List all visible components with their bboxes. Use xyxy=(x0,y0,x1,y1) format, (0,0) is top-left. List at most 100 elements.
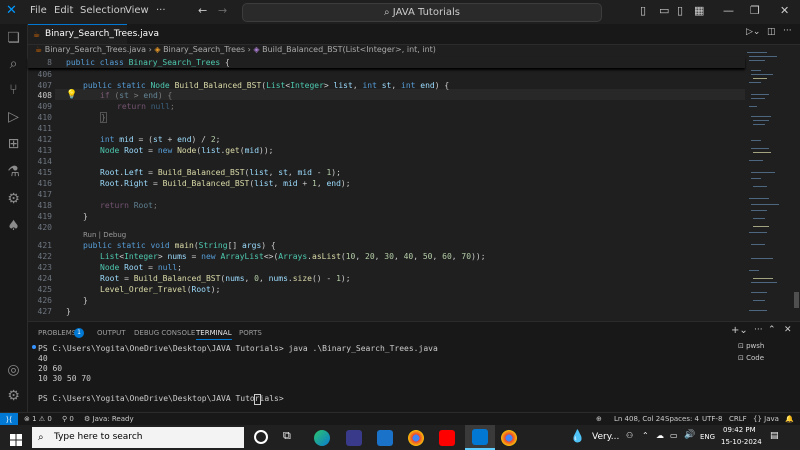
close-icon[interactable]: ✕ xyxy=(780,4,789,17)
terminal-prompt[interactable]: PS C:\Users\Yogita\OneDrive\Desktop\JAVA… xyxy=(38,394,288,403)
minimap[interactable] xyxy=(745,48,795,318)
close-panel-icon[interactable]: ✕ xyxy=(784,325,792,335)
terminal-item-code[interactable]: ⊡ Code xyxy=(738,354,800,366)
account-icon[interactable]: ◎ xyxy=(5,362,22,379)
breadcrumb-class[interactable]: Binary_Search_Trees xyxy=(163,45,245,54)
remote-explorer-icon[interactable]: ⚙ xyxy=(5,191,22,208)
editor-scrollbar-thumb[interactable] xyxy=(794,292,799,308)
tab-debug-console[interactable]: DEBUG CONSOLE xyxy=(134,329,195,337)
split-editor-icon[interactable]: ◫ xyxy=(767,27,776,37)
status-encoding[interactable]: UTF-8 xyxy=(702,415,722,423)
menu-more[interactable]: ··· xyxy=(156,5,166,16)
search-icon[interactable]: ⌕ xyxy=(5,56,22,73)
line-number: 419 xyxy=(37,212,52,221)
codelens-run-debug[interactable]: Run | Debug xyxy=(83,231,126,239)
java-status-icon: ⚙ xyxy=(84,415,93,423)
more-actions-icon[interactable]: ··· xyxy=(783,26,792,36)
back-arrow-icon[interactable]: ← xyxy=(198,4,207,17)
menu-view[interactable]: View xyxy=(125,5,149,16)
tab-terminal[interactable]: TERMINAL xyxy=(196,329,232,340)
title-bar: ✕ File Edit Selection View ··· ← → ⌕ JAV… xyxy=(0,0,800,25)
windows-start-icon[interactable] xyxy=(10,431,22,446)
command-center-label: JAVA Tutorials xyxy=(392,7,460,18)
mail-icon[interactable] xyxy=(377,430,393,446)
weather-label[interactable]: Very... xyxy=(592,432,619,442)
edge-icon[interactable] xyxy=(314,430,330,446)
status-spaces[interactable]: Spaces: 4 xyxy=(665,415,699,423)
people-icon[interactable]: ⚇ xyxy=(626,431,633,440)
notification-center-icon[interactable]: ▤ xyxy=(770,431,779,441)
code-line: } xyxy=(83,212,88,221)
status-language[interactable]: {} Java xyxy=(753,415,779,423)
cortana-icon[interactable] xyxy=(254,430,268,444)
mongodb-leaf-icon[interactable]: ♠ xyxy=(5,218,22,235)
menu-edit[interactable]: Edit xyxy=(54,5,73,16)
terminal-line: 40 xyxy=(38,354,48,363)
menu-selection[interactable]: Selection xyxy=(80,5,126,16)
customize-layout-icon[interactable]: ▦ xyxy=(694,4,704,17)
new-terminal-icon[interactable]: +⌄ xyxy=(731,325,748,336)
method-icon: ◈ xyxy=(253,45,260,54)
status-eol[interactable]: CRLF xyxy=(729,415,747,423)
tab-output[interactable]: OUTPUT xyxy=(97,329,126,337)
volume-icon[interactable]: 🔊 xyxy=(684,430,695,440)
chrome-icon[interactable] xyxy=(501,430,517,446)
tab-ports[interactable]: PORTS xyxy=(239,329,262,337)
chrome-icon[interactable] xyxy=(408,430,424,446)
maximize-panel-icon[interactable]: ⌃ xyxy=(768,325,776,335)
terminal-item-pwsh[interactable]: ⊡ pwsh xyxy=(738,342,800,354)
editor-tabs: ☕ Binary_Search_Trees.java ▷⌄ ◫ ··· xyxy=(28,24,800,45)
line-number: 427 xyxy=(37,307,52,316)
windows-taskbar: ⌕ Type here to search ⧉ 💧 Very... ⚇ ⌃ ☁ … xyxy=(0,425,800,450)
code-line: Root = Build_Balanced_BST(nums, 0, nums.… xyxy=(100,274,351,283)
forward-arrow-icon[interactable]: → xyxy=(218,4,227,17)
show-hidden-icons-icon[interactable]: ⌃ xyxy=(642,431,649,440)
media-player-icon[interactable] xyxy=(346,430,362,446)
source-control-icon[interactable]: ⑂ xyxy=(5,82,22,99)
youtube-icon[interactable] xyxy=(439,430,455,446)
manage-gear-icon[interactable]: ⚙ xyxy=(5,388,22,405)
toggle-panel-icon[interactable]: ▭ xyxy=(659,4,669,17)
code-line: int mid = (st + end) / 2; xyxy=(100,135,221,144)
terminal-line: 10 30 50 70 xyxy=(38,374,91,383)
restore-icon[interactable]: ❐ xyxy=(750,4,760,17)
clock-time[interactable]: 09:42 PM xyxy=(723,426,756,434)
clock-date[interactable]: 15-10-2024 xyxy=(721,438,762,446)
network-icon[interactable]: ▭ xyxy=(670,431,678,440)
run-debug-icon[interactable]: ▷ xyxy=(5,109,22,126)
weather-icon[interactable]: 💧 xyxy=(570,429,585,443)
code-line: public static void main(String[] args) { xyxy=(83,241,276,250)
status-errors[interactable]: ⊗ 1 ⚠ 0 xyxy=(24,415,52,423)
line-number: 406 xyxy=(37,70,52,79)
explorer-icon[interactable]: ❏ xyxy=(5,30,22,47)
taskbar-search-box[interactable]: ⌕ Type here to search xyxy=(32,427,244,448)
more-actions-icon[interactable]: ··· xyxy=(754,325,763,335)
status-ports[interactable]: ⚲ 0 xyxy=(62,415,74,423)
testing-icon[interactable]: ⚗ xyxy=(5,164,22,181)
run-button-icon[interactable]: ▷⌄ xyxy=(746,27,760,37)
toggle-sidebar-icon[interactable]: ▯ xyxy=(640,4,646,17)
zoom-icon[interactable]: ⊕ xyxy=(596,415,602,423)
breadcrumb-method[interactable]: Build_Balanced_BST(List<Integer>, int, i… xyxy=(262,45,436,54)
minimize-icon[interactable]: — xyxy=(723,4,734,17)
code-line: Root.Right = Build_Balanced_BST(list, mi… xyxy=(100,179,351,188)
line-number: 425 xyxy=(37,285,52,294)
notifications-bell-icon[interactable]: 🔔 xyxy=(785,415,794,423)
menu-file[interactable]: File xyxy=(30,5,47,16)
line-number: 426 xyxy=(37,296,52,305)
command-center[interactable]: ⌕ JAVA Tutorials xyxy=(242,3,602,22)
code-line: } xyxy=(100,112,107,123)
onedrive-icon[interactable]: ☁ xyxy=(656,431,664,440)
breadcrumb-file[interactable]: Binary_Search_Trees.java xyxy=(45,45,146,54)
tab-problems[interactable]: PROBLEMS xyxy=(38,329,76,337)
language-indicator[interactable]: ENG xyxy=(700,433,715,441)
tab-binary-search-trees[interactable]: ☕ Binary_Search_Trees.java xyxy=(28,24,159,44)
task-view-icon[interactable]: ⧉ xyxy=(283,429,291,443)
lightbulb-icon[interactable]: 💡 xyxy=(66,90,77,100)
status-position[interactable]: Ln 408, Col 24 xyxy=(614,415,665,423)
toggle-secondary-sidebar-icon[interactable]: ▯ xyxy=(677,4,683,17)
status-java[interactable]: ⚙ Java: Ready xyxy=(84,415,134,423)
line-number: 421 xyxy=(37,241,52,250)
extensions-icon[interactable]: ⊞ xyxy=(5,136,22,153)
vscode-taskbar-button[interactable] xyxy=(465,425,495,450)
